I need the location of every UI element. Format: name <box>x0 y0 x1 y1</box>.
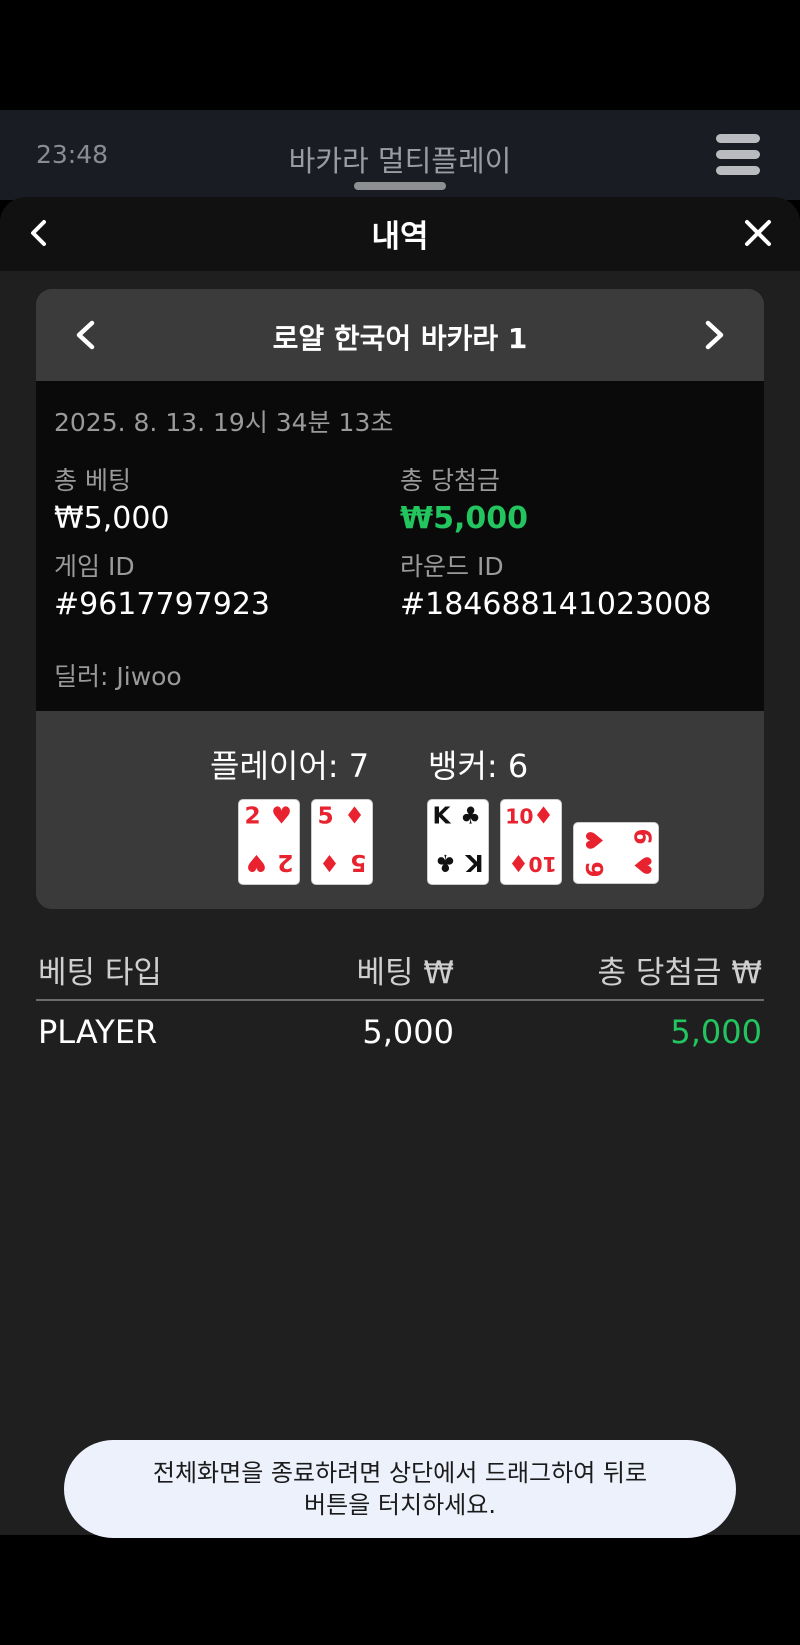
round-detail-card: 로얄 한국어 바카라 1 2025. 8. 13. 19시 34분 13초 총 … <box>36 289 764 909</box>
column-total-win: 총 당첨금 ₩ <box>597 955 762 991</box>
app-title: 바카라 멀티플레이 <box>288 144 512 178</box>
round-id-value: #184688141023008 <box>400 587 712 622</box>
toast-line-1: 전체화면을 종료하려면 상단에서 드래그하여 뒤로 <box>152 1459 648 1487</box>
card-rank-top: 6 <box>629 828 657 844</box>
round-info: 2025. 8. 13. 19시 34분 13초 총 베팅 ₩5,000 총 당… <box>36 381 764 711</box>
card-rank-bottom: 6 <box>581 861 609 877</box>
toast-line-2: 버튼을 터치하세요. <box>304 1491 496 1519</box>
banker-score: 뱅커: 6 <box>428 747 529 785</box>
table-navigator: 로얄 한국어 바카라 1 <box>36 289 764 381</box>
column-bet-type: 베팅 타입 <box>38 955 162 991</box>
bets-table: 베팅 타입 베팅 ₩ 총 당첨금 ₩ PLAYER 5,000 5,000 <box>36 939 764 1063</box>
dealer-name: 딜러: Jiwoo <box>54 662 182 691</box>
fullscreen-hint-toast: 전체화면을 종료하려면 상단에서 드래그하여 뒤로 버튼을 터치하세요. <box>64 1440 736 1538</box>
bet-type-cell: PLAYER <box>38 1013 158 1051</box>
diamonds-suit-icon: ♦ <box>533 801 554 829</box>
close-icon <box>745 220 771 246</box>
card-rank-bottom: 5 <box>350 849 366 877</box>
chevron-right-icon <box>705 320 724 350</box>
banker-card-1: K ♣ ♣ K <box>427 799 489 885</box>
total-win-cell: 5,000 <box>670 1013 762 1051</box>
total-bet-label: 총 베팅 <box>54 466 131 495</box>
clubs-suit-icon: ♣ <box>435 849 456 877</box>
player-card-1: 2 ♥ ♥ 2 <box>238 799 300 885</box>
round-datetime: 2025. 8. 13. 19시 34분 13초 <box>54 408 394 437</box>
diamonds-suit-icon: ♦ <box>319 849 340 877</box>
total-win-value: ₩5,000 <box>400 501 528 536</box>
hearts-suit-icon: ♥ <box>581 830 609 851</box>
sheet-header: 내역 <box>0 197 800 271</box>
card-rank-bottom: 10 <box>528 852 556 876</box>
top-bar: 23:48 바카라 멀티플레이 <box>0 110 800 200</box>
sheet-drag-handle[interactable] <box>354 182 446 190</box>
game-id-value: #9617797923 <box>54 587 271 622</box>
hamburger-menu-icon[interactable] <box>716 134 760 176</box>
next-round-button[interactable] <box>694 315 734 355</box>
bet-amount-cell: 5,000 <box>362 1013 454 1051</box>
card-rank-top: K <box>433 801 452 829</box>
card-rank-top: 10 <box>505 804 533 828</box>
total-bet-value: ₩5,000 <box>54 501 170 536</box>
diamonds-suit-icon: ♦ <box>508 849 529 877</box>
player-card-2: 5 ♦ ♦ 5 <box>311 799 373 885</box>
diamonds-suit-icon: ♦ <box>344 801 365 829</box>
table-row: PLAYER 5,000 5,000 <box>36 1001 764 1063</box>
player-score: 플레이어: 7 <box>210 747 370 785</box>
bets-table-header: 베팅 타입 베팅 ₩ 총 당첨금 ₩ <box>36 939 764 1001</box>
column-bet-amount: 베팅 ₩ <box>356 955 454 991</box>
banker-card-2: 10 ♦ ♦ 10 <box>500 799 562 885</box>
hearts-suit-icon: ♥ <box>629 855 657 876</box>
card-rank-bottom: K <box>465 849 484 877</box>
close-button[interactable] <box>740 215 776 251</box>
hearts-suit-icon: ♥ <box>271 801 292 829</box>
table-name: 로얄 한국어 바카라 1 <box>272 322 528 355</box>
history-sheet: 내역 로얄 한국어 바카라 1 2025. 8. 13. 19시 34분 13초… <box>0 197 800 1535</box>
game-id-label: 게임 ID <box>54 552 135 581</box>
card-rank-bottom: 2 <box>277 849 293 877</box>
round-id-label: 라운드 ID <box>400 552 504 581</box>
card-rank-top: 5 <box>317 801 333 829</box>
banker-card-3: 6 ♥ ♥ 6 <box>573 822 659 884</box>
hearts-suit-icon: ♥ <box>246 849 267 877</box>
sheet-title: 내역 <box>371 219 429 255</box>
total-win-label: 총 당첨금 <box>400 466 500 495</box>
card-rank-top: 2 <box>244 801 260 829</box>
round-result: 플레이어: 7 뱅커: 6 2 ♥ ♥ 2 5 ♦ ♦ 5 K ♣ ♣ K 10 ♦ ♦ 10 6 ♥ ♥ 6 <box>36 711 764 909</box>
clubs-suit-icon: ♣ <box>460 801 481 829</box>
